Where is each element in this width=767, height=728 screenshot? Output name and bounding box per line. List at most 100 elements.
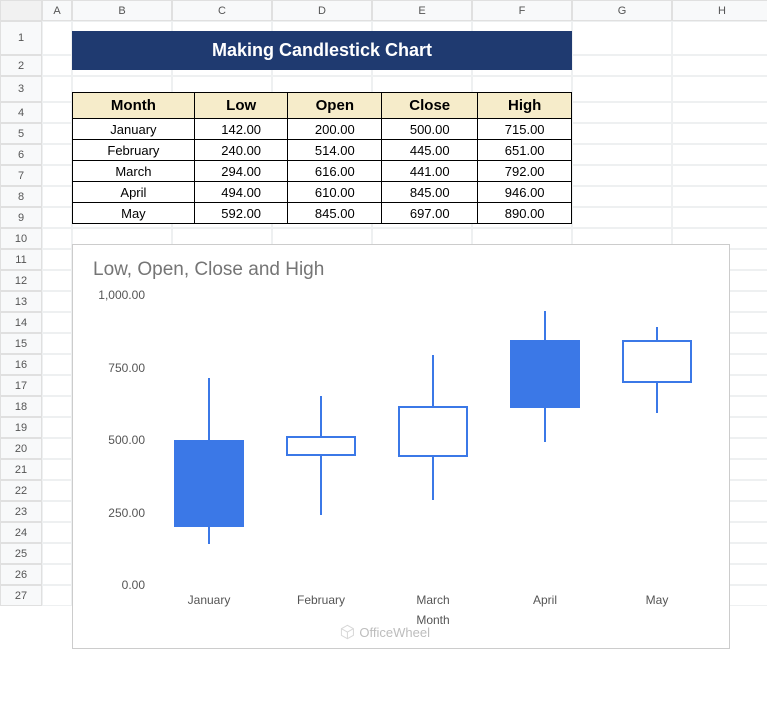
row-header[interactable]: 23 xyxy=(0,501,42,522)
table-cell: 616.00 xyxy=(288,161,382,182)
row-header[interactable]: 5 xyxy=(0,123,42,144)
candlestick-chart: Low, Open, Close and High 0.00250.00500.… xyxy=(72,244,730,649)
cell[interactable] xyxy=(42,417,72,438)
cell[interactable] xyxy=(42,21,72,55)
row-header[interactable]: 4 xyxy=(0,102,42,123)
x-tick-label: May xyxy=(646,593,669,607)
table-row: May592.00845.00697.00890.00 xyxy=(73,203,572,224)
data-table: MonthLowOpenCloseHigh January142.00200.0… xyxy=(72,92,572,224)
cell[interactable] xyxy=(42,207,72,228)
row-header[interactable]: 12 xyxy=(0,270,42,291)
cell[interactable] xyxy=(42,55,72,76)
row-header[interactable]: 13 xyxy=(0,291,42,312)
table-cell: 697.00 xyxy=(382,203,478,224)
row-header[interactable]: 26 xyxy=(0,564,42,585)
column-header[interactable]: B xyxy=(72,0,172,21)
table-cell: 494.00 xyxy=(194,182,288,203)
table-cell: 890.00 xyxy=(478,203,572,224)
x-tick-label: April xyxy=(533,593,557,607)
cell[interactable] xyxy=(42,333,72,354)
watermark: OfficeWheel xyxy=(339,624,430,640)
row-header[interactable]: 3 xyxy=(0,76,42,102)
y-tick-label: 750.00 xyxy=(108,361,145,375)
table-row: March294.00616.00441.00792.00 xyxy=(73,161,572,182)
row-header[interactable]: 6 xyxy=(0,144,42,165)
cell[interactable] xyxy=(42,228,72,249)
cell[interactable] xyxy=(42,76,72,102)
candle-body xyxy=(398,406,468,457)
row-header[interactable]: 16 xyxy=(0,354,42,375)
row-header[interactable]: 17 xyxy=(0,375,42,396)
cell[interactable] xyxy=(42,522,72,543)
cell[interactable] xyxy=(42,564,72,585)
cell[interactable] xyxy=(42,123,72,144)
table-cell: 946.00 xyxy=(478,182,572,203)
cell[interactable] xyxy=(42,144,72,165)
row-header[interactable]: 2 xyxy=(0,55,42,76)
column-header[interactable]: D xyxy=(272,0,372,21)
table-cell: March xyxy=(73,161,195,182)
table-header: Month xyxy=(73,93,195,119)
cell[interactable] xyxy=(42,249,72,270)
column-header[interactable]: G xyxy=(572,0,672,21)
cell[interactable] xyxy=(42,585,72,606)
row-header[interactable]: 21 xyxy=(0,459,42,480)
cell[interactable] xyxy=(42,543,72,564)
table-cell: 845.00 xyxy=(288,203,382,224)
row-header[interactable]: 9 xyxy=(0,207,42,228)
table-cell: 445.00 xyxy=(382,140,478,161)
table-header: High xyxy=(478,93,572,119)
cell[interactable] xyxy=(42,459,72,480)
column-header[interactable]: H xyxy=(672,0,767,21)
row-header[interactable]: 27 xyxy=(0,585,42,606)
cell[interactable] xyxy=(42,186,72,207)
row-header[interactable]: 1 xyxy=(0,21,42,55)
page-title: Making Candlestick Chart xyxy=(72,31,572,70)
row-header[interactable]: 24 xyxy=(0,522,42,543)
candle-body xyxy=(622,340,692,383)
cell[interactable] xyxy=(42,501,72,522)
row-header[interactable]: 19 xyxy=(0,417,42,438)
row-header[interactable]: 22 xyxy=(0,480,42,501)
chart-title: Low, Open, Close and High xyxy=(93,259,713,281)
table-cell: 500.00 xyxy=(382,119,478,140)
table-cell: 200.00 xyxy=(288,119,382,140)
cell[interactable] xyxy=(42,354,72,375)
table-cell: 715.00 xyxy=(478,119,572,140)
table-cell: 651.00 xyxy=(478,140,572,161)
cell[interactable] xyxy=(42,480,72,501)
row-header[interactable]: 18 xyxy=(0,396,42,417)
table-cell: April xyxy=(73,182,195,203)
column-header[interactable]: C xyxy=(172,0,272,21)
row-header[interactable]: 25 xyxy=(0,543,42,564)
table-cell: January xyxy=(73,119,195,140)
cell[interactable] xyxy=(42,438,72,459)
y-tick-label: 1,000.00 xyxy=(98,288,145,302)
candle-body xyxy=(510,340,580,408)
cell[interactable] xyxy=(42,291,72,312)
cell[interactable] xyxy=(42,396,72,417)
row-header[interactable]: 7 xyxy=(0,165,42,186)
table-row: February240.00514.00445.00651.00 xyxy=(73,140,572,161)
table-cell: February xyxy=(73,140,195,161)
row-header[interactable]: 15 xyxy=(0,333,42,354)
table-cell: 240.00 xyxy=(194,140,288,161)
cell[interactable] xyxy=(42,375,72,396)
column-header[interactable]: A xyxy=(42,0,72,21)
cell[interactable] xyxy=(42,102,72,123)
cell[interactable] xyxy=(42,312,72,333)
table-header: Open xyxy=(288,93,382,119)
table-cell: 792.00 xyxy=(478,161,572,182)
column-header[interactable]: F xyxy=(472,0,572,21)
cell[interactable] xyxy=(42,270,72,291)
table-row: April494.00610.00845.00946.00 xyxy=(73,182,572,203)
cell[interactable] xyxy=(42,165,72,186)
row-header[interactable]: 8 xyxy=(0,186,42,207)
x-tick-label: February xyxy=(297,593,345,607)
row-header[interactable]: 14 xyxy=(0,312,42,333)
candle-body xyxy=(286,436,356,456)
row-header[interactable]: 10 xyxy=(0,228,42,249)
row-header[interactable]: 20 xyxy=(0,438,42,459)
column-header[interactable]: E xyxy=(372,0,472,21)
row-header[interactable]: 11 xyxy=(0,249,42,270)
